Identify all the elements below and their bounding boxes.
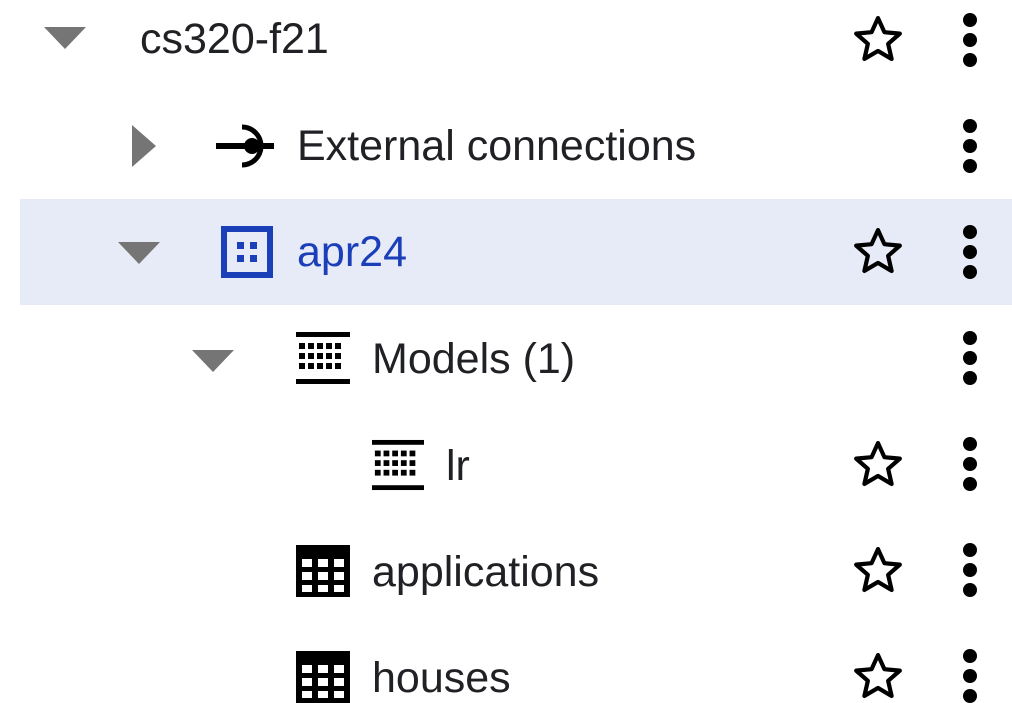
- tree-row-project[interactable]: cs320-f21: [0, 0, 1012, 93]
- tree-row-label: apr24: [297, 228, 407, 276]
- table-icon: [296, 651, 350, 703]
- tree-row-models-folder[interactable]: Models (1): [0, 305, 1012, 411]
- tree-row-label: cs320-f21: [140, 15, 329, 63]
- more-options-icon[interactable]: [956, 224, 984, 280]
- more-options-icon[interactable]: [956, 648, 984, 703]
- resource-tree: cs320-f21 External connections apr24 Mod…: [0, 0, 1012, 703]
- tree-row-external-connections[interactable]: External connections: [0, 93, 1012, 199]
- tree-row-label: lr: [446, 442, 470, 490]
- star-icon[interactable]: [850, 649, 906, 703]
- tree-row-label: External connections: [297, 122, 697, 170]
- tree-row-label: applications: [372, 548, 600, 596]
- models-icon: [296, 332, 350, 384]
- expand-arrow-down-icon[interactable]: [44, 27, 86, 49]
- more-options-icon[interactable]: [956, 436, 984, 492]
- tree-row-table-houses[interactable]: houses: [0, 623, 1012, 703]
- star-icon[interactable]: [850, 224, 906, 280]
- tree-row-table-applications[interactable]: applications: [0, 517, 1012, 623]
- tree-row-label: Models (1): [372, 335, 576, 383]
- star-icon[interactable]: [850, 437, 906, 493]
- star-icon[interactable]: [850, 12, 906, 68]
- tree-row-dataset-apr24[interactable]: apr24: [0, 199, 1012, 305]
- more-options-icon[interactable]: [956, 12, 984, 68]
- external-connection-icon: [216, 123, 282, 169]
- more-options-icon[interactable]: [956, 542, 984, 598]
- dataset-icon: [221, 226, 273, 278]
- expand-arrow-down-icon[interactable]: [118, 242, 160, 264]
- expand-arrow-right-icon[interactable]: [132, 125, 156, 167]
- star-icon[interactable]: [850, 543, 906, 599]
- tree-row-model-lr[interactable]: lr: [0, 411, 1012, 517]
- tree-row-label: houses: [372, 654, 511, 702]
- table-icon: [296, 545, 350, 597]
- model-icon: [372, 439, 424, 491]
- more-options-icon[interactable]: [956, 330, 984, 386]
- more-options-icon[interactable]: [956, 118, 984, 174]
- expand-arrow-down-icon[interactable]: [192, 350, 234, 372]
